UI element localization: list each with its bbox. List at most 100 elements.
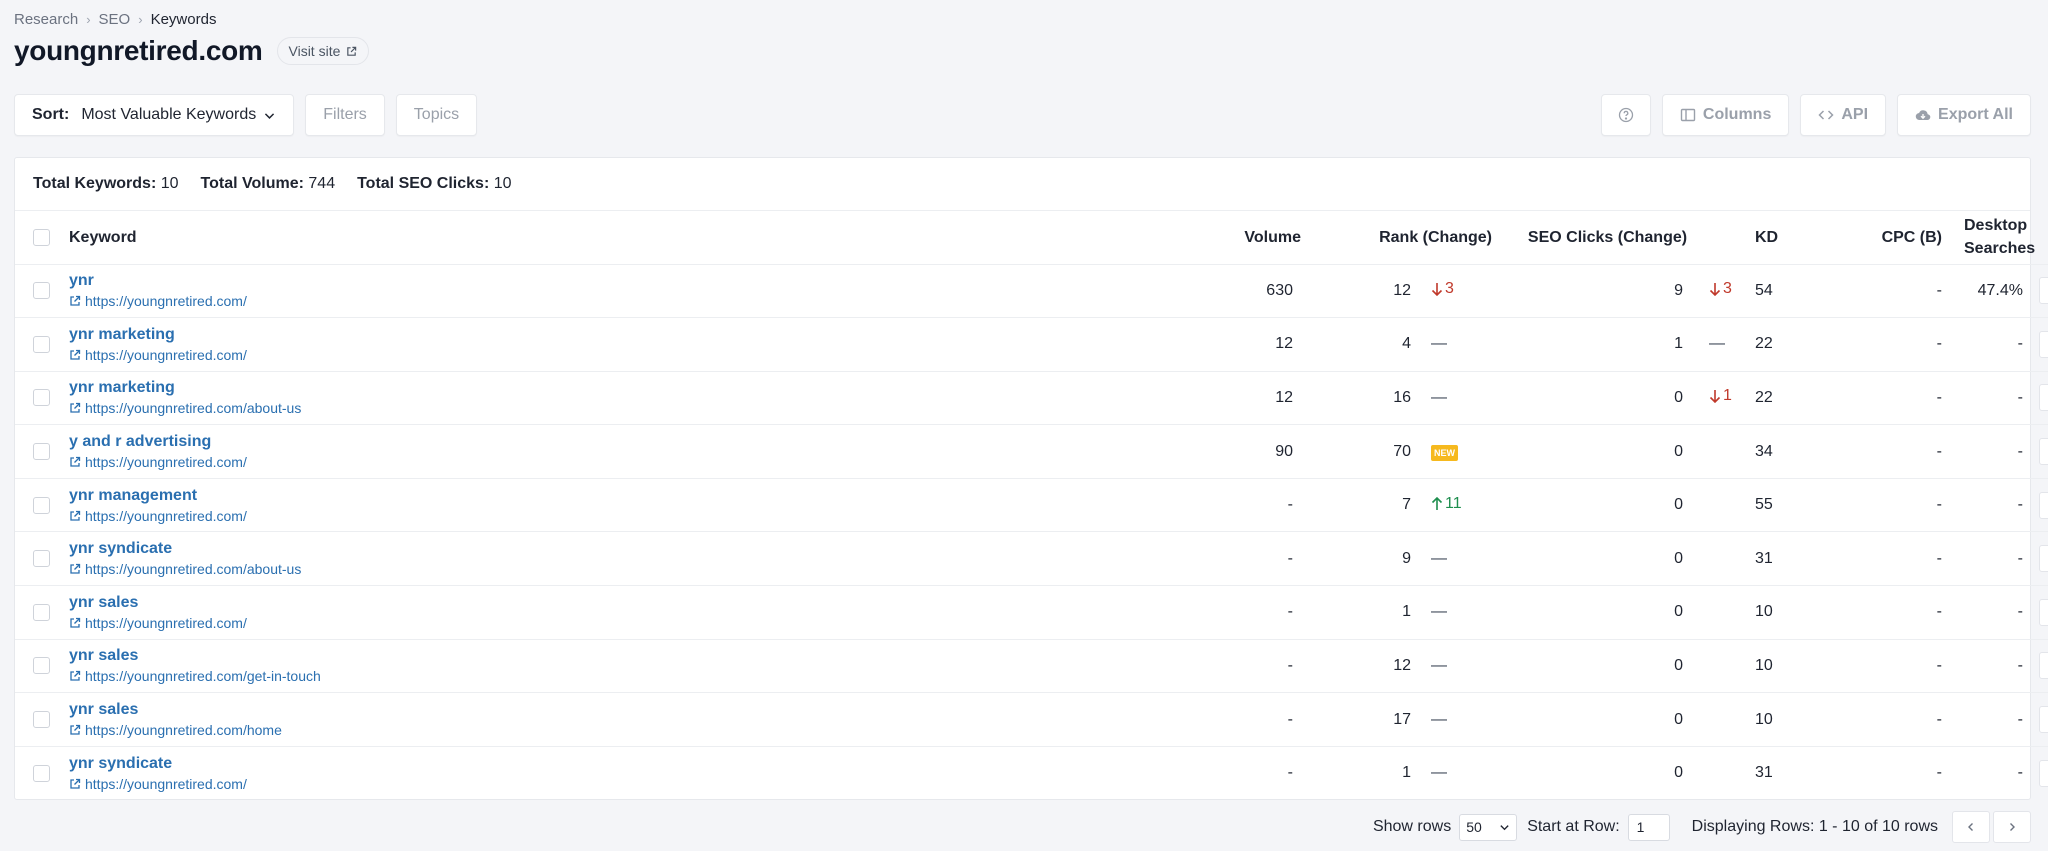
kd-cell: 31 xyxy=(1755,764,1773,782)
cpc-cell: - xyxy=(1845,424,1960,479)
url-link[interactable]: https://youngnretired.com/ xyxy=(69,774,1191,794)
select-all-checkbox[interactable] xyxy=(33,228,50,246)
filters-button[interactable]: Filters xyxy=(305,94,385,136)
next-page-button[interactable] xyxy=(1993,811,2031,843)
keyword-link[interactable]: ynr management xyxy=(69,485,1191,506)
add-button[interactable]: Add xyxy=(2039,330,2048,358)
keyword-link[interactable]: y and r advertising xyxy=(69,431,1191,452)
url-link[interactable]: https://youngnretired.com/ xyxy=(69,506,1191,526)
add-button[interactable]: Add xyxy=(2039,598,2048,626)
api-button[interactable]: API xyxy=(1800,94,1887,136)
seo-clicks-cell: 0 xyxy=(1520,585,1695,640)
question-circle-icon xyxy=(1618,107,1634,123)
keyword-link[interactable]: ynr marketing xyxy=(69,377,1191,398)
column-header-kd[interactable]: KD xyxy=(1755,211,1845,265)
show-rows-select[interactable]: 50 xyxy=(1459,813,1518,841)
rank-cell: 7 xyxy=(1305,478,1425,533)
sort-dropdown[interactable]: Sort: Most Valuable Keywords xyxy=(14,94,295,136)
show-rows-label: Show rows xyxy=(1372,818,1452,835)
url-link[interactable]: https://youngnretired.com/ xyxy=(69,452,1191,472)
row-checkbox[interactable] xyxy=(33,443,50,461)
desktop-searches-cell: - xyxy=(1960,531,2035,587)
volume-cell: - xyxy=(1287,764,1293,782)
rank-change-cell: — xyxy=(1425,317,1520,372)
row-checkbox[interactable] xyxy=(33,711,50,729)
url-link[interactable]: https://youngnretired.com/home xyxy=(69,720,1191,740)
add-button[interactable]: Add xyxy=(2039,438,2048,466)
keyword-link[interactable]: ynr syndicate xyxy=(69,753,1191,774)
add-button[interactable]: Add xyxy=(2039,384,2048,412)
desktop-searches-cell: - xyxy=(1960,371,2035,426)
topics-button[interactable]: Topics xyxy=(395,94,478,136)
external-link-icon xyxy=(70,724,81,735)
volume-cell: - xyxy=(1195,639,1305,694)
help-button[interactable] xyxy=(1600,94,1651,136)
add-button[interactable]: Add xyxy=(2039,759,2048,787)
breadcrumb: Research › SEO › Keywords xyxy=(14,11,216,28)
url-link[interactable]: https://youngnretired.com/about-us xyxy=(69,559,1191,579)
rank-cell: 1 xyxy=(1402,764,1411,782)
external-link-icon xyxy=(70,349,81,360)
row-checkbox[interactable] xyxy=(33,603,50,621)
visit-site-button[interactable]: Visit site xyxy=(276,37,370,65)
prev-page-button[interactable] xyxy=(1952,811,1990,843)
seo-clicks-cell: 0 xyxy=(1520,424,1695,479)
row-checkbox[interactable] xyxy=(33,496,50,514)
url-link[interactable]: https://youngnretired.com/get-in-touch xyxy=(69,666,1191,686)
column-header-volume[interactable]: Volume xyxy=(1195,211,1305,265)
row-checkbox[interactable] xyxy=(33,550,50,568)
keyword-link[interactable]: ynr sales xyxy=(69,592,1191,613)
keyword-link[interactable]: ynr marketing xyxy=(69,324,1191,345)
columns-button[interactable]: Columns xyxy=(1661,94,1790,136)
add-button[interactable]: Add xyxy=(2039,491,2048,519)
add-button[interactable]: Add xyxy=(2039,706,2048,734)
column-header-desktop-searches[interactable]: Desktop Searches xyxy=(1960,211,2035,265)
url-link[interactable]: https://youngnretired.com/ xyxy=(69,345,1191,365)
start-row-input[interactable] xyxy=(1627,813,1670,841)
external-link-icon xyxy=(70,617,81,628)
external-link-icon xyxy=(70,403,81,414)
url-link[interactable]: https://youngnretired.com/about-us xyxy=(69,398,1191,418)
volume-cell: 12 xyxy=(1195,371,1305,426)
breadcrumb-research[interactable]: Research xyxy=(14,11,78,28)
seo-clicks-change-cell: 3 xyxy=(1695,264,1755,319)
kd-cell: 22 xyxy=(1755,317,1845,372)
sort-value: Most Valuable Keywords xyxy=(81,106,257,123)
keyword-link[interactable]: ynr xyxy=(69,270,1191,291)
keyword-link[interactable]: ynr sales xyxy=(69,699,1191,720)
keyword-link[interactable]: ynr syndicate xyxy=(69,538,1191,559)
row-checkbox[interactable] xyxy=(33,657,50,675)
row-checkbox[interactable] xyxy=(33,389,50,407)
seo-clicks-cell: 1 xyxy=(1520,317,1695,372)
row-checkbox[interactable] xyxy=(33,282,50,300)
desktop-searches-cell: - xyxy=(1960,478,2035,533)
table-row: ynr management https://youngnretired.com… xyxy=(15,478,2048,533)
breadcrumb-seo[interactable]: SEO xyxy=(99,11,131,28)
column-header-seo-clicks[interactable]: SEO Clicks (Change) xyxy=(1520,211,1755,265)
row-checkbox[interactable] xyxy=(33,335,50,353)
url-link[interactable]: https://youngnretired.com/ xyxy=(69,613,1191,633)
cpc-cell: - xyxy=(1845,371,1960,426)
external-link-icon xyxy=(70,671,81,682)
column-header-keyword[interactable]: Keyword xyxy=(65,211,1195,265)
rank-change-cell: NEW xyxy=(1425,424,1520,479)
seo-clicks-change-cell xyxy=(1695,639,1755,694)
column-header-cpc[interactable]: CPC (B) xyxy=(1845,211,1960,265)
column-header-rank[interactable]: Rank (Change) xyxy=(1305,211,1520,265)
table-row: ynr https://youngnretired.com/ 630 12 3 … xyxy=(15,264,2048,319)
add-button[interactable]: Add xyxy=(2039,545,2048,573)
row-checkbox[interactable] xyxy=(33,764,50,782)
total-volume: Total Volume: 744 xyxy=(200,175,336,192)
rank-change-cell: — xyxy=(1425,531,1520,587)
table-row: y and r advertising https://youngnretire… xyxy=(15,424,2048,479)
kd-cell: 31 xyxy=(1755,531,1845,587)
change-down-indicator: 1 xyxy=(1709,387,1732,405)
url-link[interactable]: https://youngnretired.com/ xyxy=(69,291,1191,311)
add-button[interactable]: Add xyxy=(2039,652,2048,680)
keyword-link[interactable]: ynr sales xyxy=(69,645,1191,666)
keywords-card: Total Keywords: 10 Total Volume: 744 Tot… xyxy=(14,157,2048,800)
table-row: ynr syndicate https://youngnretired.com/… xyxy=(15,531,2048,587)
export-all-button[interactable]: Export All xyxy=(1897,94,2031,136)
desktop-searches-cell: - xyxy=(1960,424,2035,479)
add-button[interactable]: Add xyxy=(2039,277,2048,305)
